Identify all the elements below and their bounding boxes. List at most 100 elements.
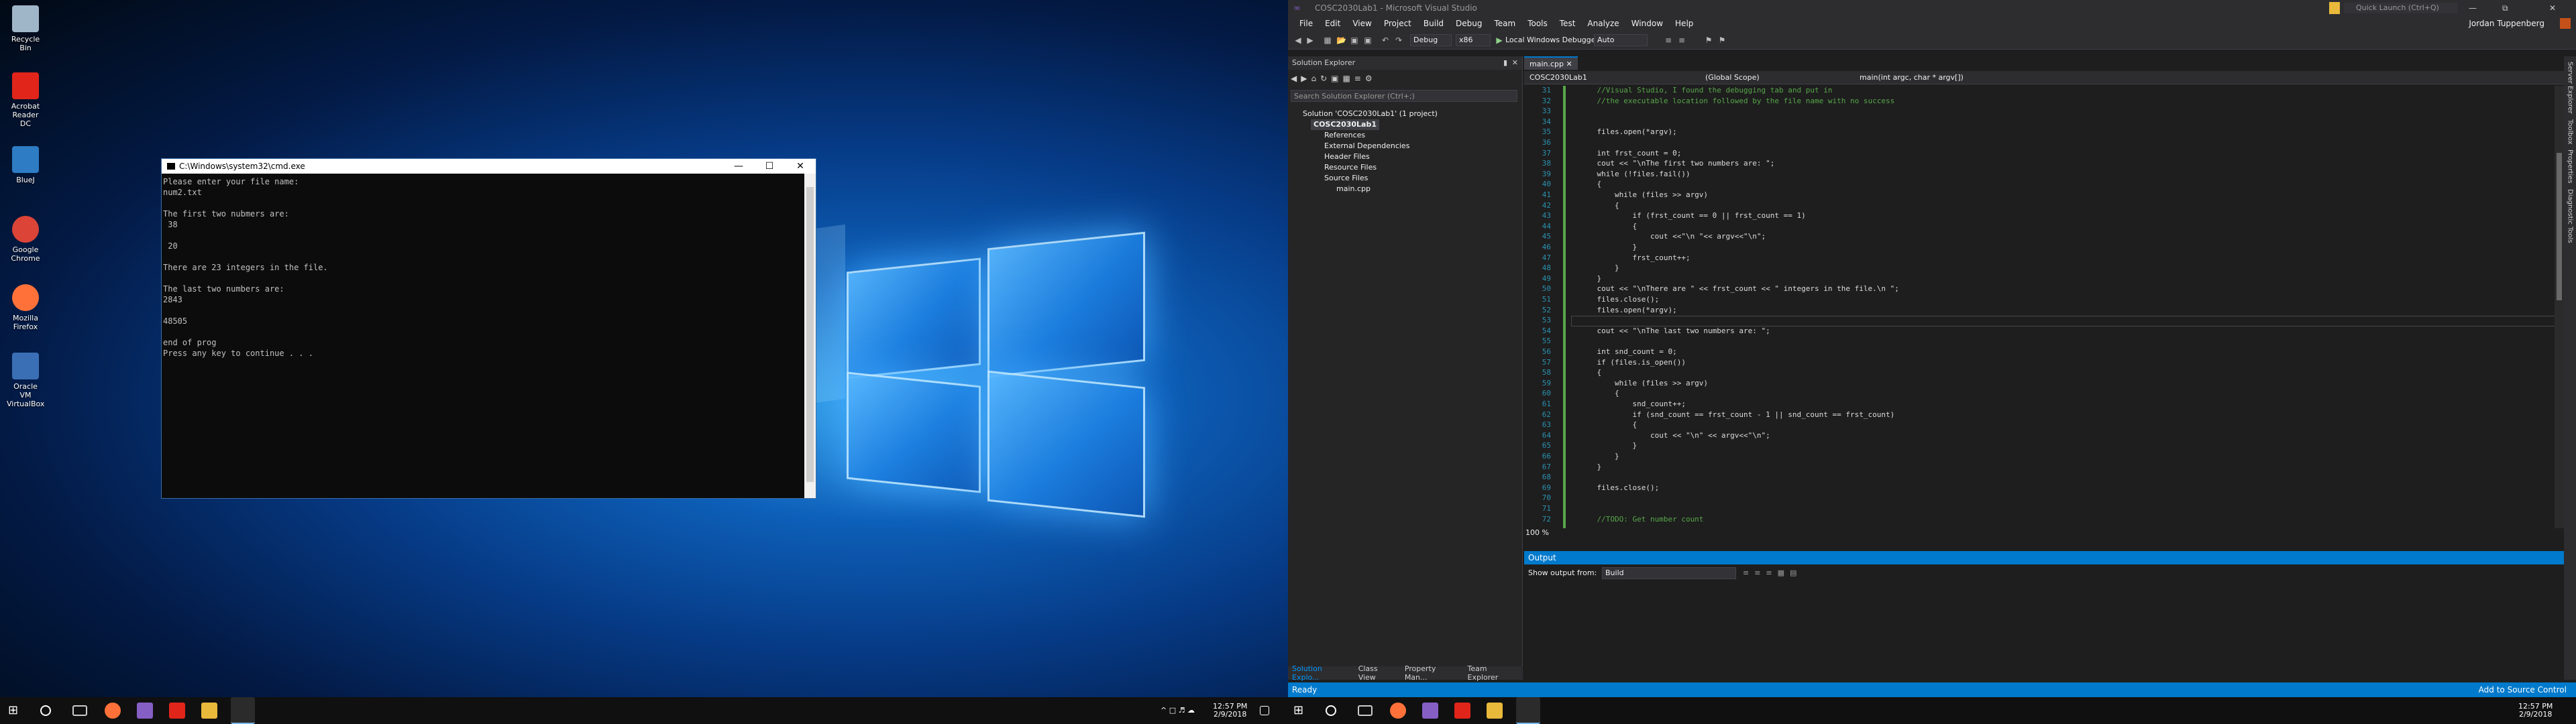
menu-debug[interactable]: Debug — [1450, 19, 1488, 28]
bookmark-prev-icon[interactable]: ⚑ — [1717, 36, 1727, 45]
search-icon-2[interactable] — [1326, 705, 1336, 716]
menu-edit[interactable]: Edit — [1319, 19, 1346, 28]
function-dropdown[interactable]: main(int argc, char * argv[]) — [1860, 71, 1964, 84]
toolbar-icon-1[interactable]: ≡ — [1664, 36, 1673, 45]
user-name[interactable]: Jordan Tuppenberg — [2463, 19, 2551, 28]
forward-icon[interactable]: ▶ — [1305, 36, 1315, 45]
tab-properties[interactable]: Properties — [2567, 149, 2574, 184]
desktop-icon-acrobat[interactable]: Acrobat Reader DC — [7, 72, 44, 128]
scope-dropdown[interactable]: (Global Scope) — [1705, 71, 1760, 84]
cmd-titlebar[interactable]: C:\Windows\system32\cmd.exe — ☐ ✕ — [162, 159, 816, 174]
tab-toolbox[interactable]: Toolbox — [2567, 119, 2574, 145]
tab-main-cpp[interactable]: main.cpp ✕ — [1524, 56, 1578, 70]
start-button[interactable]: ⊞ — [8, 703, 24, 719]
tab-team-explorer[interactable]: Team Explorer — [1464, 664, 1523, 682]
code-editor[interactable]: main.cpp ✕ COSC2030Lab1 (Global Scope) m… — [1524, 56, 2564, 539]
acrobat-taskbar-icon[interactable] — [169, 703, 185, 719]
tree-project[interactable]: COSC2030Lab1 — [1311, 119, 1379, 130]
desktop-icon-firefox[interactable]: Mozilla Firefox — [7, 284, 44, 331]
open-icon[interactable]: 📂 — [1336, 36, 1346, 45]
feedback-icon[interactable] — [2560, 18, 2571, 29]
menu-test[interactable]: Test — [1554, 19, 1582, 28]
visual-studio-taskbar-icon[interactable] — [137, 703, 153, 719]
task-view-icon-2[interactable] — [1358, 705, 1373, 716]
minimize-icon[interactable]: — — [723, 159, 754, 174]
search-icon[interactable] — [40, 705, 51, 716]
tab-server-explorer[interactable]: Server Explorer — [2567, 62, 2574, 114]
platform-dropdown[interactable]: x86 — [1456, 34, 1491, 46]
desktop-icon-recycle-bin[interactable]: Recycle Bin — [7, 5, 44, 52]
debug-mode-dropdown[interactable]: Auto — [1594, 34, 1648, 46]
window-close-icon[interactable]: ✕ — [2549, 3, 2556, 13]
cmd-window[interactable]: C:\Windows\system32\cmd.exe — ☐ ✕ Please… — [161, 158, 816, 499]
add-to-source-control[interactable]: Add to Source Control — [2479, 682, 2567, 697]
notification-icon[interactable] — [1260, 706, 1269, 715]
quick-launch-input[interactable]: Quick Launch (Ctrl+Q) — [2344, 3, 2458, 13]
notifications-flag-icon[interactable] — [2329, 2, 2340, 14]
menu-project[interactable]: Project — [1378, 19, 1417, 28]
tree-source-files[interactable]: Source Files — [1324, 173, 1368, 184]
menu-window[interactable]: Window — [1625, 19, 1669, 28]
file-explorer-taskbar-icon[interactable] — [201, 703, 217, 719]
tab-diagnostic-tools[interactable]: Diagnostic Tools — [2567, 189, 2574, 243]
cmd-taskbar-icon[interactable] — [231, 697, 255, 724]
tree-references[interactable]: References — [1324, 130, 1365, 141]
editor-scroll-thumb[interactable] — [2557, 153, 2562, 300]
window-minimize-icon[interactable]: — — [2469, 3, 2477, 13]
visual-studio-taskbar-icon-2[interactable] — [1422, 703, 1438, 719]
save-all-icon[interactable]: ▣ — [1363, 36, 1373, 45]
menu-tools[interactable]: Tools — [1521, 19, 1554, 28]
desktop-icon-bluej[interactable]: BlueJ — [7, 146, 44, 184]
cmd-taskbar-icon-2[interactable] — [1516, 697, 1540, 724]
menu-build[interactable]: Build — [1417, 19, 1450, 28]
tab-property-manager[interactable]: Property Man... — [1401, 664, 1464, 682]
close-pane-icon[interactable]: ✕ — [1512, 56, 1518, 70]
tab-solution-explorer[interactable]: Solution Explo... — [1288, 664, 1354, 682]
acrobat-taskbar-icon-2[interactable] — [1454, 703, 1470, 719]
task-view-icon[interactable] — [72, 705, 87, 716]
desktop-icon-chrome[interactable]: Google Chrome — [7, 216, 44, 263]
debugger-button[interactable]: Local Windows Debugger — [1505, 36, 1599, 44]
output-toolbar-icons[interactable]: ≡≡≡▦▤ — [1743, 568, 1802, 577]
file-explorer-taskbar-icon-2[interactable] — [1487, 703, 1503, 719]
tree-main-cpp[interactable]: main.cpp — [1336, 184, 1371, 194]
redo-icon[interactable]: ↷ — [1394, 36, 1403, 45]
scroll-thumb[interactable] — [806, 187, 814, 482]
zoom-level[interactable]: 100 % — [1525, 528, 1549, 537]
new-project-icon[interactable]: ▦ — [1323, 36, 1332, 45]
menu-file[interactable]: File — [1293, 19, 1319, 28]
solution-toolbar-icons[interactable]: ◀▶⌂↻▣▦≡⚙ — [1291, 74, 1377, 83]
tab-class-view[interactable]: Class View — [1354, 664, 1401, 682]
tree-resource-files[interactable]: Resource Files — [1324, 162, 1377, 173]
menu-view[interactable]: View — [1346, 19, 1377, 28]
tree-header-files[interactable]: Header Files — [1324, 152, 1370, 162]
desktop-icon-virtualbox[interactable]: Oracle VM VirtualBox — [7, 353, 44, 408]
solution-search-input[interactable]: Search Solution Explorer (Ctrl+;) — [1291, 90, 1517, 102]
start-debug-icon[interactable]: ▶ — [1495, 36, 1504, 45]
bookmark-icon[interactable]: ⚑ — [1704, 36, 1713, 45]
menu-help[interactable]: Help — [1669, 19, 1699, 28]
firefox-taskbar-icon[interactable] — [105, 703, 121, 719]
tray-icons[interactable]: ^ □ ♬ ☁ — [1161, 707, 1195, 715]
back-icon[interactable]: ◀ — [1293, 36, 1303, 45]
menu-analyze[interactable]: Analyze — [1581, 19, 1625, 28]
window-restore-icon[interactable]: ⧉ — [2502, 3, 2508, 13]
project-dropdown[interactable]: COSC2030Lab1 — [1529, 71, 1587, 84]
tree-external-dependencies[interactable]: External Dependencies — [1324, 141, 1409, 152]
pin-icon[interactable]: ▮ — [1503, 56, 1507, 70]
config-dropdown[interactable]: Debug — [1410, 34, 1452, 46]
start-button-2[interactable]: ⊞ — [1293, 703, 1309, 719]
clock-2[interactable]: 12:57 PM 2/9/2018 — [2518, 703, 2553, 719]
code-area[interactable]: 31 //Visual Studio, I found the debuggin… — [1524, 86, 2564, 528]
menu-team[interactable]: Team — [1488, 19, 1521, 28]
undo-icon[interactable]: ↶ — [1381, 36, 1390, 45]
close-icon[interactable]: ✕ — [785, 159, 816, 174]
toolbar-icon-2[interactable]: ≡ — [1677, 36, 1686, 45]
firefox-taskbar-icon-2[interactable] — [1390, 703, 1406, 719]
maximize-icon[interactable]: ☐ — [754, 159, 785, 174]
tree-solution[interactable]: Solution 'COSC2030Lab1' (1 project) — [1303, 109, 1438, 119]
editor-scrollbar[interactable] — [2555, 86, 2564, 528]
vs-titlebar[interactable]: ∞ COSC2030Lab1 - Microsoft Visual Studio… — [1288, 0, 2576, 16]
output-source-dropdown[interactable]: Build — [1602, 567, 1736, 579]
cmd-scrollbar[interactable] — [804, 174, 816, 498]
